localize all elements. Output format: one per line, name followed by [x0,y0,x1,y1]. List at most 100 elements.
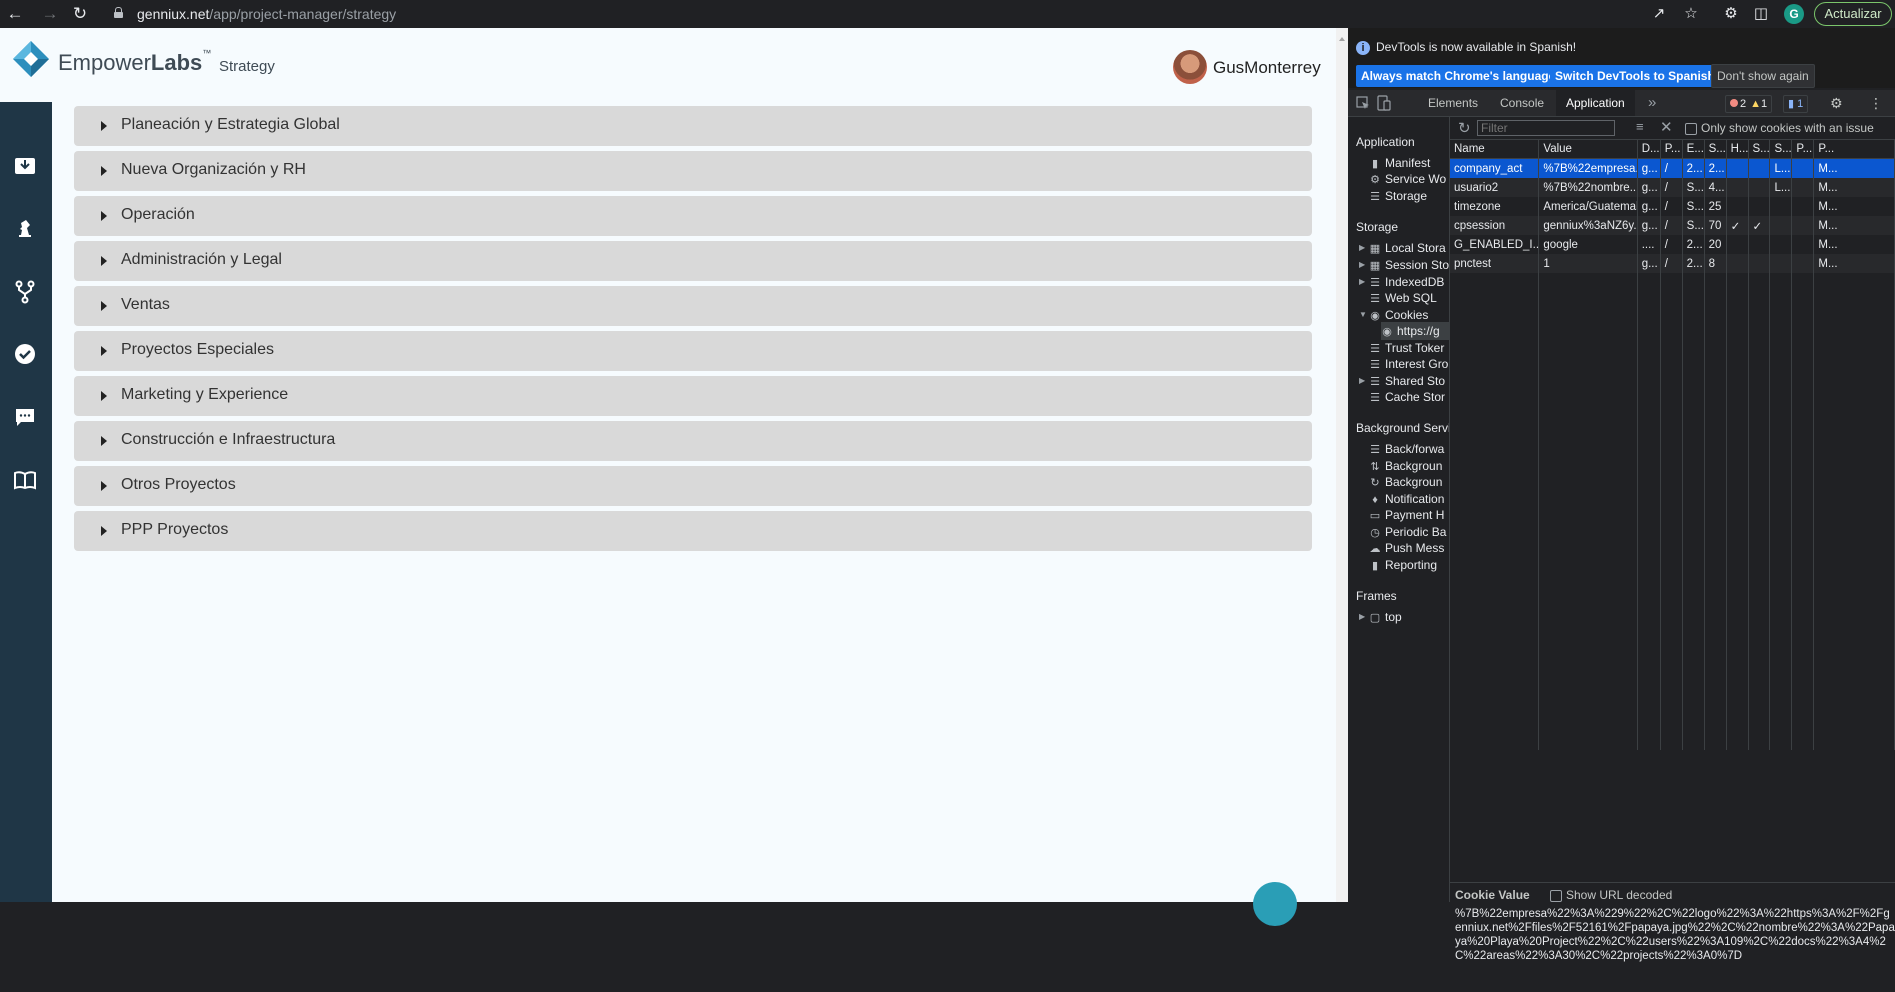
sidebar-item-push-messaging[interactable]: ☁ Push Mess [1369,539,1449,557]
reload-icon[interactable]: ↻ [70,4,90,24]
column-header[interactable]: Name [1450,140,1540,159]
column-header[interactable]: E... [1682,140,1705,159]
more-options-icon[interactable]: ⋮ [1869,90,1883,116]
floating-action-button[interactable] [1253,882,1297,926]
section-accordion-item[interactable]: Marketing y Experience [74,376,1312,416]
checkbox-box[interactable] [1550,889,1562,902]
sidebar-item-frame-top[interactable]: ▶ ▢ top [1359,608,1449,626]
scroll-up-icon[interactable] [1339,37,1345,41]
section-accordion-item[interactable]: Proyectos Especiales [74,331,1312,371]
collapse-icon[interactable]: ▼ [1359,306,1367,324]
sidebar-item-reporting-api[interactable]: ▮ Reporting [1369,556,1449,574]
sidebar-head-background-services: Background Servi [1356,421,1450,435]
lock-icon[interactable] [114,7,123,18]
expand-icon[interactable]: ▶ [1359,239,1365,257]
issues-counter[interactable]: 2 ▲1 [1725,95,1773,113]
check-circle-icon[interactable] [13,342,37,366]
section-accordion-item[interactable]: Ventas [74,286,1312,326]
expand-icon[interactable]: ▶ [1359,273,1365,291]
section-accordion-item[interactable]: Planeación y Estrategia Global [74,106,1312,146]
match-language-button[interactable]: Always match Chrome's language [1356,65,1561,87]
expand-icon[interactable]: ▶ [1359,256,1365,274]
table-row[interactable]: usuario2 %7B%22nombre... g... / S... 4... L...… [1450,178,1895,197]
branch-icon[interactable] [13,280,37,304]
table-row[interactable]: G_ENABLED_I... google..../2... 20 M... [1450,235,1895,254]
device-toolbar-icon[interactable] [1377,95,1391,111]
sidebar-item-background-sync[interactable]: ↻ Backgroun [1369,473,1449,491]
only-issue-checkbox[interactable]: Only show cookies with an issue [1685,121,1874,135]
cookie-value-text[interactable]: %7B%22empresa%22%3A%229%22%2C%22logo%22%… [1455,907,1895,963]
column-header[interactable]: S... [1748,140,1771,159]
sidebar-item-label: top [1385,610,1402,624]
clear-filtered-icon[interactable]: ≡ [1636,119,1644,134]
filter-input[interactable] [1477,120,1615,136]
tab-elements[interactable]: Elements [1428,90,1478,116]
sidebar-item-storage[interactable]: ☰ Storage [1369,187,1449,205]
column-header[interactable]: P... [1660,140,1683,159]
sidebar-item-cache-storage[interactable]: ☰ Cache Stor [1369,388,1449,406]
sidebar-item-interest-groups[interactable]: ☰ Interest Gro [1369,355,1449,373]
page-scrollbar[interactable] [1336,28,1348,902]
section-accordion-item[interactable]: Nueva Organización y RH [74,151,1312,191]
sidebar-item-session-storage[interactable]: ▶ ▦ Session Sto [1359,256,1449,274]
delete-selected-icon[interactable]: ✕ [1660,118,1673,136]
sidebar-item-web-sql[interactable]: ☰ Web SQL [1369,289,1449,307]
address-bar[interactable]: genniux.net/app/project-manager/strategy [137,6,396,22]
sidebar-item-cookie-origin[interactable]: ◉ https://g [1381,322,1449,340]
inspect-element-icon[interactable] [1356,96,1370,110]
update-button[interactable]: Actualizar [1814,2,1892,26]
switch-to-spanish-button[interactable]: Switch DevTools to Spanish [1550,65,1720,87]
user-name[interactable]: GusMonterrey [1213,58,1321,78]
settings-gear-icon[interactable]: ⚙ [1830,90,1843,116]
checkbox-box[interactable] [1685,122,1697,135]
section-accordion-item[interactable]: Construcción e Infraestructura [74,421,1312,461]
section-accordion-item[interactable]: PPP Proyectos [74,511,1312,551]
table-row[interactable]: company_act %7B%22empresa... g.../2... 2...… [1450,158,1895,178]
left-nav [0,102,52,902]
sidebar-item-service-workers[interactable]: ⚙ Service Wo [1369,170,1449,188]
column-header[interactable]: P... [1791,140,1815,159]
chess-knight-icon[interactable] [13,217,37,241]
bookmark-star-icon[interactable]: ☆ [1682,5,1700,23]
forward-icon[interactable]: → [40,4,60,24]
table-row[interactable]: pnctest 1 g.../2... 8 M... [1450,254,1895,273]
section-accordion-item[interactable]: Operación [74,196,1312,236]
expand-icon[interactable]: ▶ [1359,372,1365,390]
sidebar-item-payment-handler[interactable]: ▭ Payment H [1369,506,1449,524]
sidebar-item-local-storage[interactable]: ▶ ▦ Local Stora [1359,239,1449,257]
column-header[interactable]: D... [1637,140,1661,159]
dont-show-again-button[interactable]: Don't show again [1711,64,1815,88]
table-cell: g... [1637,178,1661,197]
side-panel-icon[interactable]: ◫ [1752,5,1770,23]
chat-icon[interactable] [13,405,37,429]
column-header[interactable]: Value [1538,140,1638,159]
sidebar-item-label: Payment H [1385,508,1445,522]
file-icon: ▮ [1371,560,1379,572]
back-icon[interactable]: ← [5,4,25,24]
table-row[interactable]: cpsession genniux%3aNZ6y... g... / S... 70 ✓ ✓ M… [1450,216,1895,235]
table-cell: M... [1813,158,1895,178]
column-header[interactable]: S... [1704,140,1727,159]
book-icon[interactable] [13,468,37,492]
tab-application[interactable]: Application [1556,90,1635,116]
messages-counter[interactable]: ▮ 1 [1783,95,1809,113]
profile-avatar[interactable]: G [1784,4,1804,24]
show-url-decoded-checkbox[interactable]: Show URL decoded [1550,888,1672,902]
expand-icon[interactable]: ▶ [1359,608,1365,626]
column-header[interactable]: P... [1813,140,1895,159]
more-tabs-icon[interactable]: » [1648,90,1656,116]
share-icon[interactable]: ↗ [1650,5,1668,23]
table-row[interactable]: timezone America/Guatemala g... / S... 25 M... [1450,197,1895,216]
section-accordion-item[interactable]: Otros Proyectos [74,466,1312,506]
user-avatar[interactable] [1173,50,1207,84]
inbox-icon[interactable] [13,154,37,178]
cookie-value-title: Cookie Value [1455,888,1530,902]
extensions-puzzle-icon[interactable]: ⚙ [1722,5,1740,23]
table-cell [1748,197,1771,216]
column-header[interactable]: S... [1769,140,1793,159]
section-accordion-item[interactable]: Administración y Legal [74,241,1312,281]
sidebar-item-back-forward-cache[interactable]: ☰ Back/forwa [1369,440,1449,458]
column-header[interactable]: H... [1726,140,1749,159]
refresh-icon[interactable]: ↻ [1458,119,1471,137]
tab-console[interactable]: Console [1500,90,1544,116]
